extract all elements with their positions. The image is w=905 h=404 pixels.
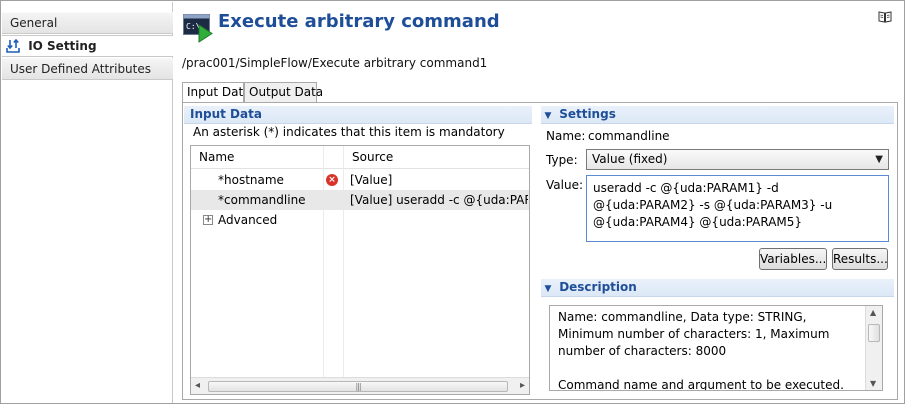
dropdown-arrow-icon: ▼ <box>875 154 883 165</box>
section-title: Input Data <box>190 107 262 121</box>
variables-button[interactable]: Variables... <box>759 248 827 270</box>
value-label: Value: <box>546 178 583 192</box>
description-box: Name: commandline, Data type: STRING, Mi… <box>549 305 883 391</box>
input-data-header: Input Data <box>184 106 532 124</box>
scroll-right-icon[interactable]: ▸ <box>520 380 525 391</box>
row-name: Advanced <box>218 213 278 227</box>
scroll-thumb[interactable] <box>868 324 880 342</box>
name-value: commandline <box>588 129 670 143</box>
page-title: Execute arbitrary command <box>218 11 500 32</box>
collapse-icon[interactable]: ▼ <box>541 281 555 298</box>
column-label: Source <box>352 150 394 164</box>
type-label: Type: <box>546 153 578 167</box>
row-name: *commandline <box>218 193 306 207</box>
description-text: Name: commandline, Data type: STRING, Mi… <box>558 309 858 391</box>
type-select[interactable]: Value (fixed) ▼ <box>586 149 889 170</box>
input-data-table: Name Source *hostname × [Value] *command… <box>190 145 530 395</box>
table-row[interactable]: + Advanced <box>191 210 529 230</box>
column-header-source[interactable]: Source <box>344 146 529 169</box>
row-name: *hostname <box>218 173 284 187</box>
mandatory-hint: An asterisk (*) indicates that this item… <box>193 125 505 139</box>
tab-label: Input Data <box>187 85 251 99</box>
column-label: Name <box>199 150 235 164</box>
tab-output-data[interactable]: Output Data <box>244 82 323 102</box>
value-textarea[interactable]: useradd -c @{uda:PARAM1} -d @{uda:PARAM2… <box>586 175 889 242</box>
nav-item-label: IO Setting <box>28 39 97 53</box>
table-row[interactable]: *commandline [Value] useradd -c @{uda:PA… <box>191 190 529 210</box>
error-icon: × <box>326 174 338 186</box>
tab-input-data[interactable]: Input Data <box>182 82 251 103</box>
help-book-icon[interactable] <box>878 11 892 23</box>
description-line: Name: commandline, Data type: STRING, Mi… <box>558 310 830 358</box>
scroll-thumb[interactable]: ||| <box>208 381 508 392</box>
row-source: [Value] useradd -c @{uda:PARA... <box>350 193 528 207</box>
io-setting-icon <box>6 38 20 60</box>
nav-item-label: User Defined Attributes <box>10 62 152 76</box>
vertical-scrollbar[interactable]: ▲ ▼ <box>865 306 882 390</box>
settings-header[interactable]: ▼ Settings <box>541 106 894 124</box>
nav-item-general[interactable]: General <box>2 12 173 34</box>
name-label: Name: <box>546 129 586 143</box>
scroll-down-icon[interactable]: ▼ <box>870 379 876 388</box>
horizontal-scrollbar[interactable]: ◂ ||| ▸ <box>191 377 529 394</box>
section-title: Settings <box>559 107 616 121</box>
type-selected-value: Value (fixed) <box>592 152 668 166</box>
section-title: Description <box>559 280 637 294</box>
table-row[interactable]: *hostname × [Value] <box>191 170 529 190</box>
column-header-name[interactable]: Name <box>191 146 324 169</box>
scroll-left-icon[interactable]: ◂ <box>195 380 200 391</box>
left-nav: General IO Setting User Defined Attribut… <box>2 2 173 403</box>
scroll-up-icon[interactable]: ▲ <box>870 308 876 317</box>
description-line: Command name and argument to be executed… <box>558 378 844 391</box>
nav-item-label: General <box>10 16 58 30</box>
description-header[interactable]: ▼ Description <box>541 279 894 297</box>
nav-item-io-setting[interactable]: IO Setting <box>2 35 173 57</box>
row-source: [Value] <box>350 173 393 187</box>
expand-icon[interactable]: + <box>203 215 213 225</box>
command-prompt-icon: C:\_ <box>183 14 215 44</box>
editor-window: General IO Setting User Defined Attribut… <box>0 0 905 404</box>
breadcrumb: /prac001/SimpleFlow/Execute arbitrary co… <box>182 56 488 70</box>
nav-item-user-defined-attributes[interactable]: User Defined Attributes <box>2 58 173 80</box>
results-button[interactable]: Results... <box>832 248 888 270</box>
tab-label: Output Data <box>249 85 324 99</box>
column-header-status[interactable] <box>324 146 344 169</box>
collapse-icon[interactable]: ▼ <box>541 108 555 125</box>
